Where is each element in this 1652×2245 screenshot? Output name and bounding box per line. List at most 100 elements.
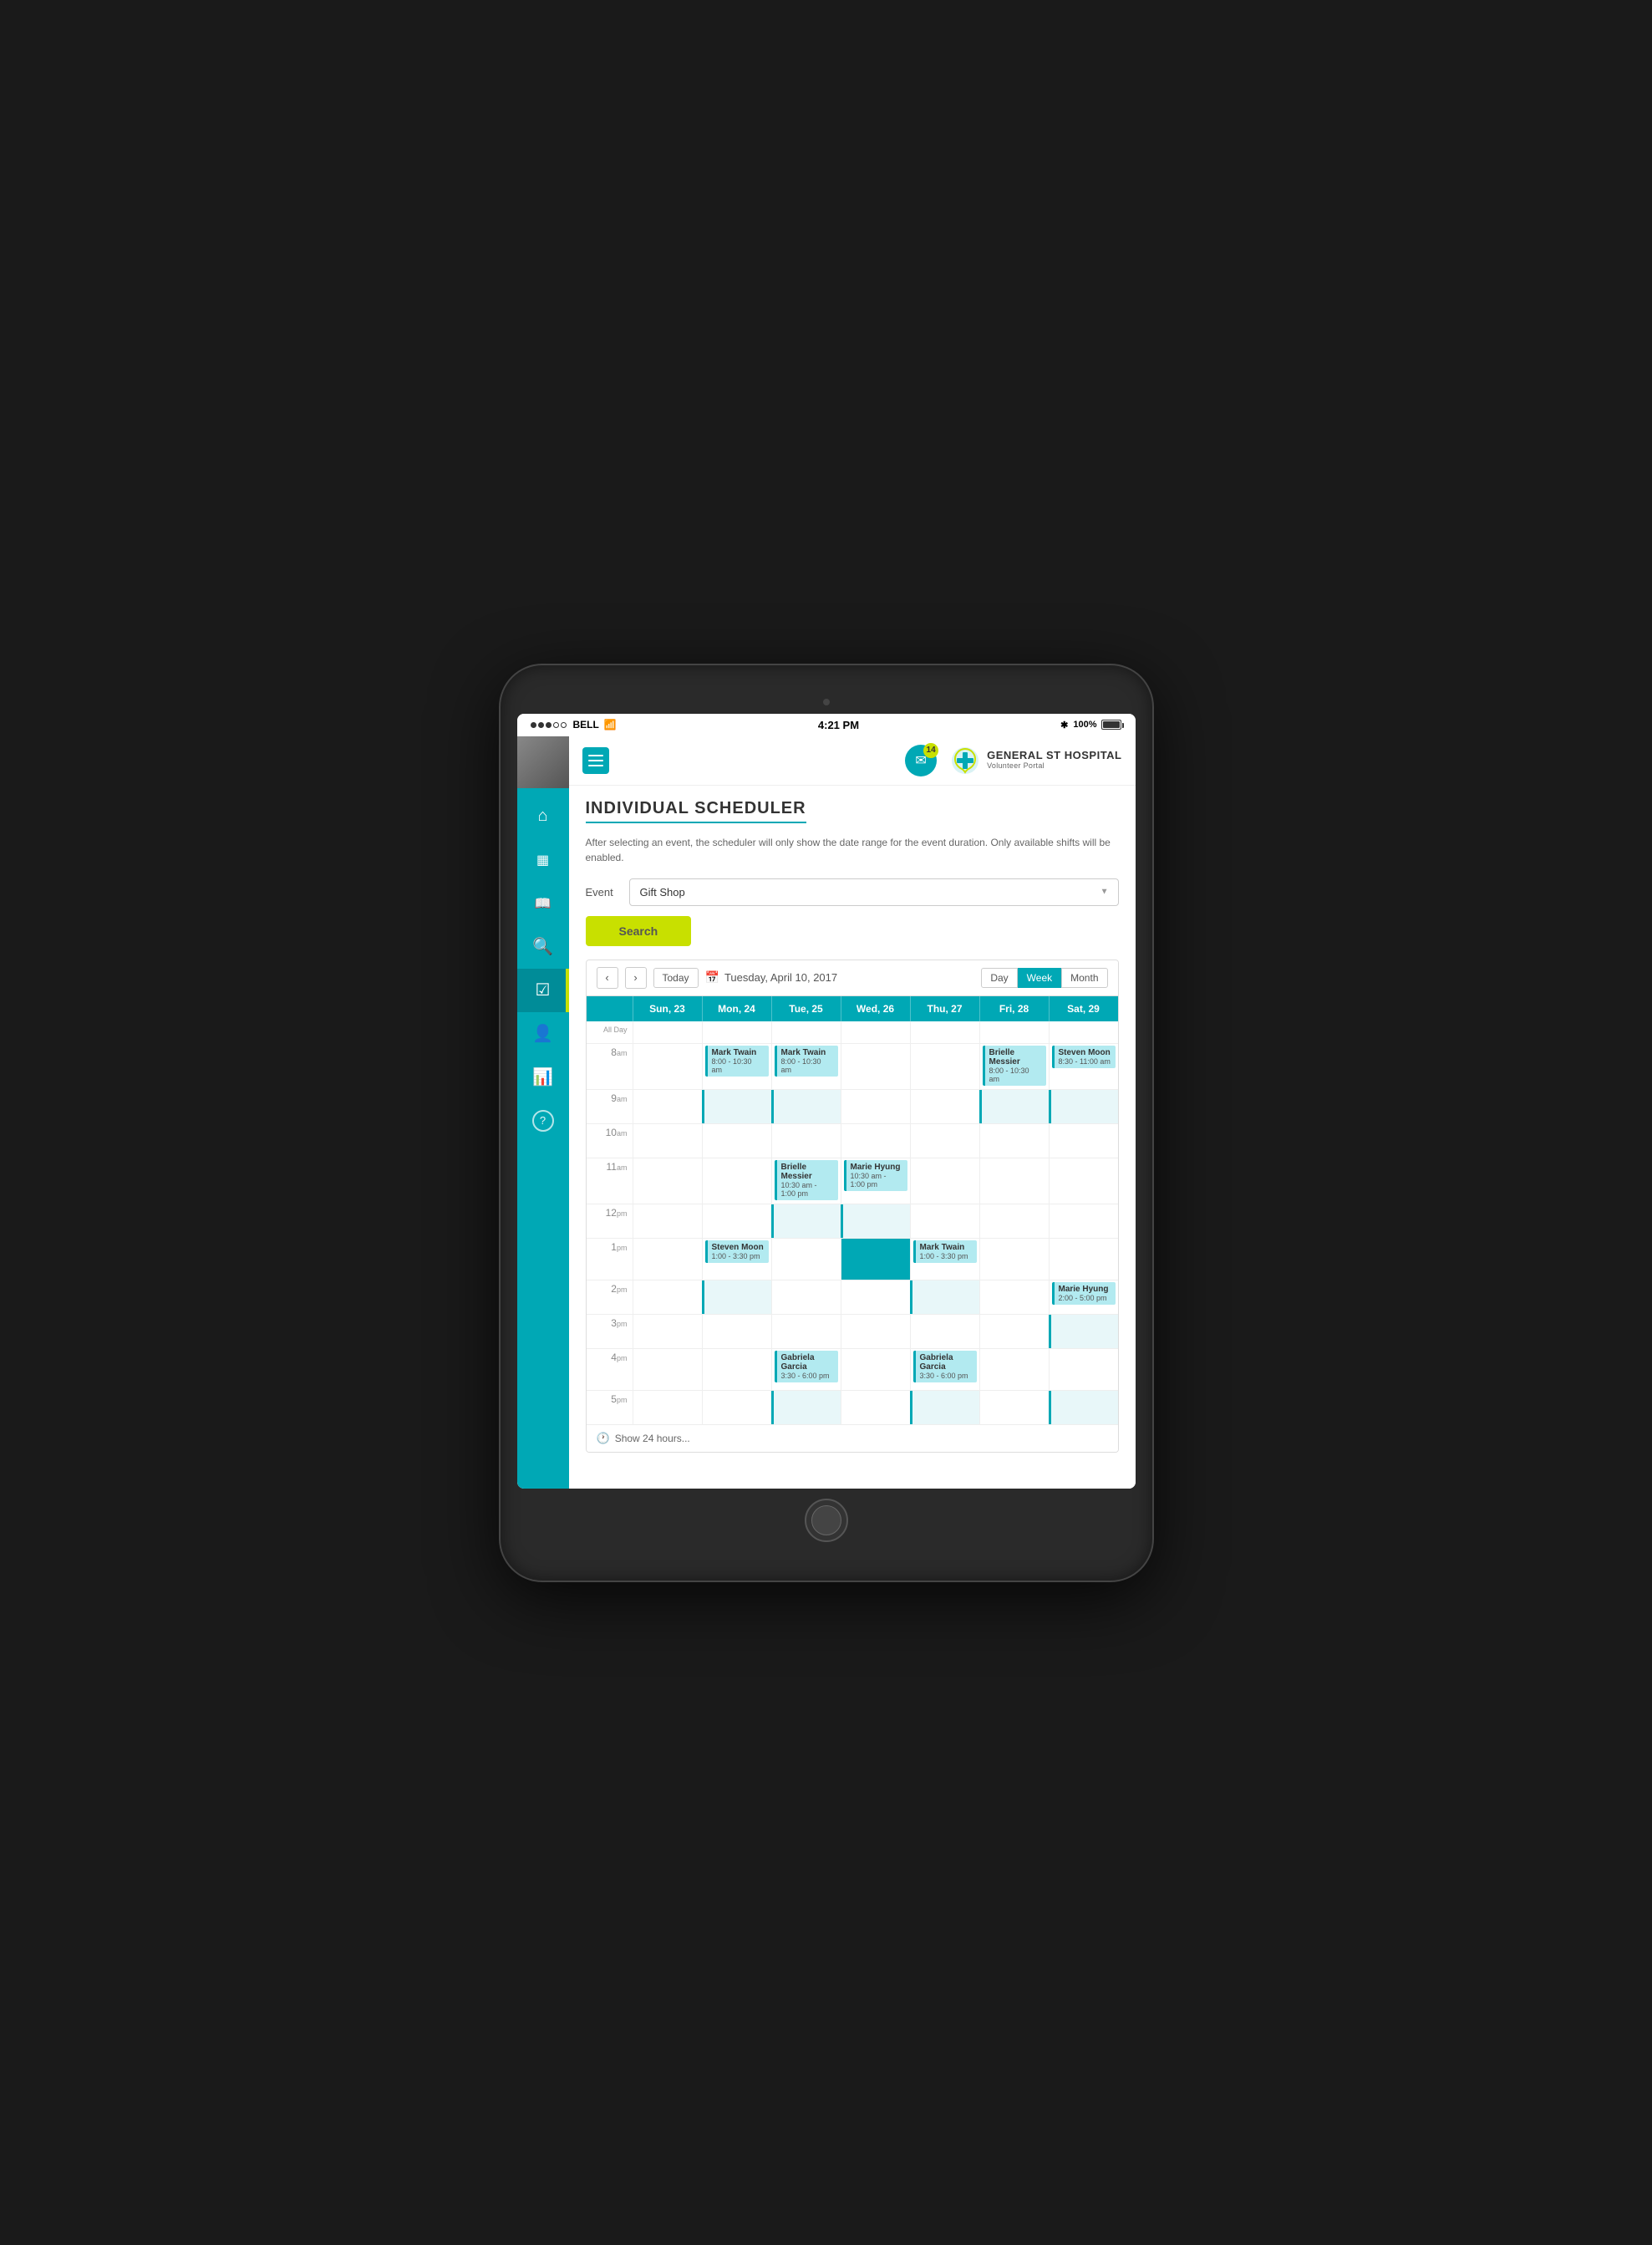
cell-sat-12pm[interactable] [1049,1204,1118,1238]
cell-fri-1pm[interactable] [979,1239,1049,1280]
cell-wed-8am[interactable] [841,1044,910,1089]
event-tue-8am[interactable]: Mark Twain 8:00 - 10:30 am [775,1046,838,1077]
cell-thu-11am[interactable] [910,1158,979,1204]
cell-wed-11am[interactable]: Marie Hyung 10:30 am - 1:00 pm [841,1158,910,1204]
cell-thu-1pm[interactable]: Mark Twain 1:00 - 3:30 pm [910,1239,979,1280]
cell-fri-3pm[interactable] [979,1315,1049,1348]
sidebar-item-help[interactable]: ? [517,1099,569,1143]
search-button[interactable]: Search [586,916,692,946]
sidebar-item-profile[interactable]: 👤 [517,1012,569,1056]
cell-fri-11am[interactable] [979,1158,1049,1204]
day-view-button[interactable]: Day [981,968,1017,988]
month-view-button[interactable]: Month [1061,968,1107,988]
cell-thu-3pm[interactable] [910,1315,979,1348]
cell-sun-12pm[interactable] [633,1204,702,1238]
cell-sat-2pm[interactable]: Marie Hyung 2:00 - 5:00 pm [1049,1280,1118,1314]
cell-thu-9am[interactable] [910,1090,979,1123]
event-fri-8am[interactable]: Brielle Messier 8:00 - 10:30 am [983,1046,1046,1086]
cell-sat-8am[interactable]: Steven Moon 8:30 - 11:00 am [1049,1044,1118,1089]
week-view-button[interactable]: Week [1018,968,1061,988]
cell-tue-2pm[interactable] [771,1280,841,1314]
cell-mon-8am[interactable]: Mark Twain 8:00 - 10:30 am [702,1044,771,1089]
cell-thu-8am[interactable] [910,1044,979,1089]
cell-tue-12pm[interactable] [771,1204,841,1238]
notification-bell[interactable]: ✉ 14 [905,745,937,776]
event-select[interactable]: Gift Shop Emergency Reception [629,878,1119,906]
cell-thu-10am[interactable] [910,1124,979,1158]
cell-mon-5pm[interactable] [702,1391,771,1424]
cell-tue-4pm[interactable]: Gabriela Garcia 3:30 - 6:00 pm [771,1349,841,1390]
cell-sat-5pm[interactable] [1049,1391,1118,1424]
cell-mon-11am[interactable] [702,1158,771,1204]
sidebar-item-book[interactable]: 📖 [517,882,569,925]
cell-wed-9am[interactable] [841,1090,910,1123]
cell-mon-10am[interactable] [702,1124,771,1158]
cell-sat-1pm[interactable] [1049,1239,1118,1280]
sidebar-item-calendar[interactable]: ▦ [517,838,569,882]
cell-tue-9am[interactable] [771,1090,841,1123]
calendar-next-button[interactable]: › [625,967,647,989]
sidebar-item-reports[interactable]: 📊 [517,1056,569,1099]
sidebar-item-home[interactable]: ⌂ [517,795,569,838]
cell-sun-10am[interactable] [633,1124,702,1158]
home-button[interactable] [805,1499,848,1542]
cell-wed-3pm[interactable] [841,1315,910,1348]
hamburger-button[interactable] [582,747,609,774]
cell-tue-1pm[interactable] [771,1239,841,1280]
cell-fri-12pm[interactable] [979,1204,1049,1238]
cell-sun-3pm[interactable] [633,1315,702,1348]
cell-sat-4pm[interactable] [1049,1349,1118,1390]
cell-fri-9am[interactable] [979,1090,1049,1123]
cell-tue-5pm[interactable] [771,1391,841,1424]
show-24-row[interactable]: 🕐 Show 24 hours... [587,1425,1118,1452]
cell-wed-4pm[interactable] [841,1349,910,1390]
cell-thu-5pm[interactable] [910,1391,979,1424]
cell-wed-2pm[interactable] [841,1280,910,1314]
cell-fri-8am[interactable]: Brielle Messier 8:00 - 10:30 am [979,1044,1049,1089]
cell-thu-2pm[interactable] [910,1280,979,1314]
cell-mon-1pm[interactable]: Steven Moon 1:00 - 3:30 pm [702,1239,771,1280]
cell-fri-10am[interactable] [979,1124,1049,1158]
cell-sun-8am[interactable] [633,1044,702,1089]
cell-mon-4pm[interactable] [702,1349,771,1390]
cell-wed-12pm[interactable] [841,1204,910,1238]
cell-wed-1pm[interactable] [841,1239,910,1280]
today-button[interactable]: Today [653,968,699,988]
cell-thu-4pm[interactable]: Gabriela Garcia 3:30 - 6:00 pm [910,1349,979,1390]
cell-tue-10am[interactable] [771,1124,841,1158]
event-sat-8am[interactable]: Steven Moon 8:30 - 11:00 am [1052,1046,1116,1068]
cell-sun-11am[interactable] [633,1158,702,1204]
cell-fri-4pm[interactable] [979,1349,1049,1390]
cell-tue-3pm[interactable] [771,1315,841,1348]
event-tue-4pm[interactable]: Gabriela Garcia 3:30 - 6:00 pm [775,1351,838,1382]
cell-sun-4pm[interactable] [633,1349,702,1390]
cell-sat-9am[interactable] [1049,1090,1118,1123]
cell-sun-9am[interactable] [633,1090,702,1123]
cell-thu-12pm[interactable] [910,1204,979,1238]
event-sat-2pm[interactable]: Marie Hyung 2:00 - 5:00 pm [1052,1282,1116,1305]
cell-sun-1pm[interactable] [633,1239,702,1280]
cell-tue-11am[interactable]: Brielle Messier 10:30 am - 1:00 pm [771,1158,841,1204]
cell-mon-12pm[interactable] [702,1204,771,1238]
cell-sun-2pm[interactable] [633,1280,702,1314]
cell-wed-5pm[interactable] [841,1391,910,1424]
cell-mon-2pm[interactable] [702,1280,771,1314]
cell-wed-10am[interactable] [841,1124,910,1158]
cell-sun-5pm[interactable] [633,1391,702,1424]
sidebar-item-scheduler[interactable]: ☑ [517,969,569,1012]
cell-sat-11am[interactable] [1049,1158,1118,1204]
cell-fri-5pm[interactable] [979,1391,1049,1424]
cell-sat-3pm[interactable] [1049,1315,1118,1348]
cell-sat-10am[interactable] [1049,1124,1118,1158]
event-mon-1pm[interactable]: Steven Moon 1:00 - 3:30 pm [705,1240,769,1263]
event-tue-11am[interactable]: Brielle Messier 10:30 am - 1:00 pm [775,1160,838,1200]
cell-fri-2pm[interactable] [979,1280,1049,1314]
cell-mon-9am[interactable] [702,1090,771,1123]
cell-mon-3pm[interactable] [702,1315,771,1348]
event-thu-1pm[interactable]: Mark Twain 1:00 - 3:30 pm [913,1240,977,1263]
event-wed-11am[interactable]: Marie Hyung 10:30 am - 1:00 pm [844,1160,907,1191]
event-mon-8am[interactable]: Mark Twain 8:00 - 10:30 am [705,1046,769,1077]
event-thu-4pm[interactable]: Gabriela Garcia 3:30 - 6:00 pm [913,1351,977,1382]
cell-tue-8am[interactable]: Mark Twain 8:00 - 10:30 am [771,1044,841,1089]
sidebar-item-search[interactable]: 🔍 [517,925,569,969]
